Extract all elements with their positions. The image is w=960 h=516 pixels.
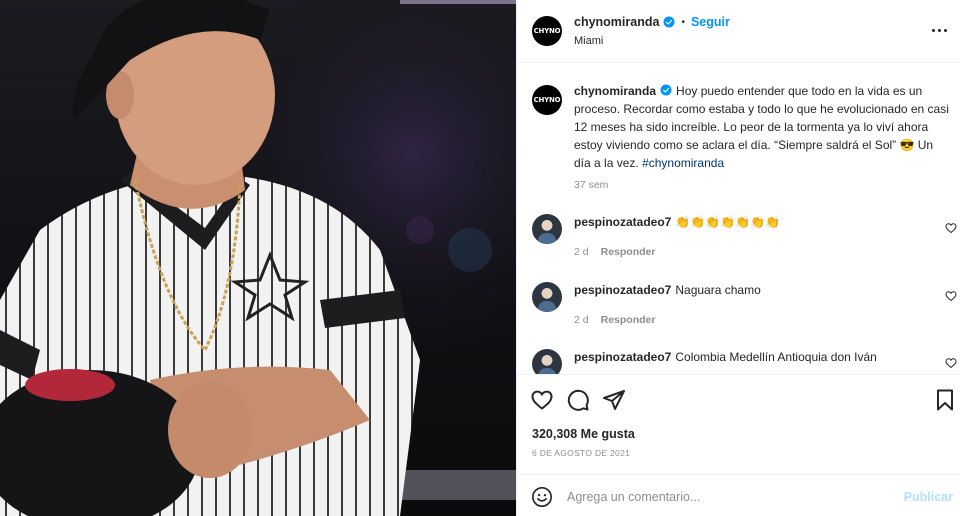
commenter-avatar[interactable] xyxy=(532,349,562,374)
comment-like-heart-icon[interactable] xyxy=(945,357,957,369)
commenter-username[interactable]: pespinozatadeo7 xyxy=(574,283,671,297)
author-username[interactable]: chynomiranda xyxy=(574,15,659,29)
commenter-avatar[interactable] xyxy=(532,282,562,312)
comment-timestamp[interactable]: 2 d xyxy=(574,246,589,258)
comment-timestamp[interactable]: 2 d xyxy=(574,314,589,326)
comment-item: pespinozatadeo7 👏👏👏👏👏👏👏 2 d Responder xyxy=(532,214,957,264)
heart-icon[interactable] xyxy=(530,388,554,412)
comment-item: pespinozatadeo7 Colombia Medellín Antioqu… xyxy=(532,349,957,374)
share-icon[interactable] xyxy=(602,388,626,412)
comment-composer: Publicar xyxy=(517,474,960,516)
verified-badge-icon xyxy=(663,16,675,28)
caption-author-avatar[interactable]: CHYNO xyxy=(532,85,562,115)
more-dot xyxy=(943,28,947,32)
instagram-post: CHYNO chynomiranda • Seguir Miami CHYNO … xyxy=(0,0,960,516)
post-actions-bar xyxy=(517,376,960,424)
comment-text: pespinozatadeo7 Colombia Medellín Antioqu… xyxy=(574,349,877,365)
more-dot xyxy=(937,28,941,32)
post-photo[interactable] xyxy=(0,0,516,516)
commenter-username[interactable]: pespinozatadeo7 xyxy=(574,350,671,364)
caption-text: chynomiranda Hoy puedo entender que todo … xyxy=(574,82,952,172)
comment-input[interactable] xyxy=(567,486,887,508)
publish-button[interactable]: Publicar xyxy=(904,490,953,504)
commenter-avatar[interactable] xyxy=(532,214,562,244)
comment-meta: 2 d Responder xyxy=(574,246,655,258)
comment-body: Naguara chamo xyxy=(675,283,761,297)
comment-like-heart-icon[interactable] xyxy=(945,222,957,234)
post-header: CHYNO chynomiranda • Seguir Miami xyxy=(517,0,960,63)
caption-username[interactable]: chynomiranda xyxy=(574,84,656,98)
commenter-username[interactable]: pespinozatadeo7 xyxy=(574,215,671,229)
reply-button[interactable]: Responder xyxy=(601,246,656,258)
comment-like-heart-icon[interactable] xyxy=(945,290,957,302)
comment-text: pespinozatadeo7 Naguara chamo xyxy=(574,282,761,298)
comment-body: Colombia Medellín Antioquia don Iván xyxy=(675,350,877,364)
more-dot xyxy=(931,28,935,32)
comment-meta: 2 d Responder xyxy=(574,314,655,326)
emoji-icon[interactable] xyxy=(531,486,553,508)
verified-badge-icon xyxy=(660,84,672,96)
bookmark-icon[interactable] xyxy=(933,388,957,412)
post-side-panel: CHYNO chynomiranda • Seguir Miami CHYNO … xyxy=(516,0,960,516)
comments-scroll-area[interactable]: CHYNO chynomiranda Hoy puedo entender que… xyxy=(517,63,960,375)
post-location[interactable]: Miami xyxy=(574,35,603,47)
post-date[interactable]: 6 de agosto de 2021 xyxy=(532,448,630,458)
comment-item: pespinozatadeo7 Naguara chamo 2 d Respond… xyxy=(532,282,957,332)
author-avatar[interactable]: CHYNO xyxy=(532,16,562,46)
follow-button[interactable]: Seguir xyxy=(691,15,730,29)
more-options-icon[interactable] xyxy=(929,22,949,38)
reply-button[interactable]: Responder xyxy=(601,314,656,326)
comment-text: pespinozatadeo7 👏👏👏👏👏👏👏 xyxy=(574,214,780,230)
post-photo-illustration xyxy=(0,0,516,516)
likes-count[interactable]: 320,308 Me gusta xyxy=(532,427,635,441)
header-separator: • xyxy=(681,16,685,28)
caption-timestamp[interactable]: 37 sem xyxy=(574,179,608,191)
comment-body: 👏👏👏👏👏👏👏 xyxy=(675,215,780,229)
caption-hashtag[interactable]: #chynomiranda xyxy=(642,156,724,170)
author-name-row: chynomiranda • Seguir xyxy=(574,15,730,29)
caption-avatar-logo: CHYNO xyxy=(533,96,561,104)
comment-icon[interactable] xyxy=(566,388,590,412)
author-avatar-logo: CHYNO xyxy=(533,27,561,35)
